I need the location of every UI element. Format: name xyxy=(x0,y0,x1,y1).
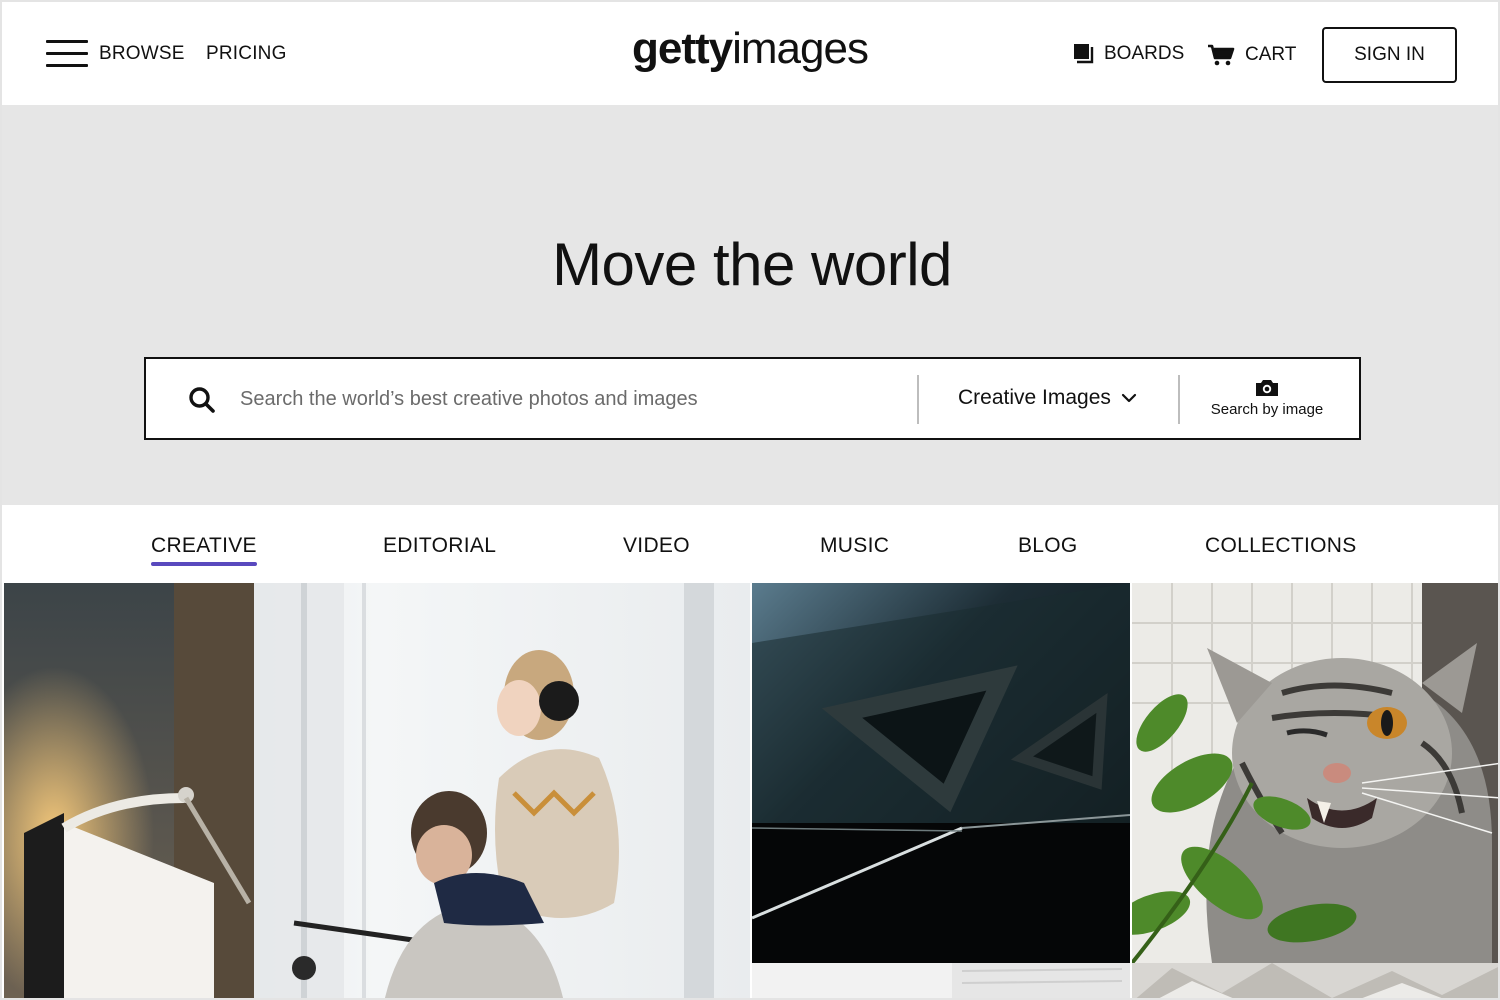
top-header: BROWSE PRICING gettyimages BOARDS CART S… xyxy=(2,2,1498,105)
featured-image-abstract-triangles[interactable] xyxy=(752,583,1130,963)
search-by-image-button[interactable]: Search by image xyxy=(1182,378,1352,418)
logo-text-light: images xyxy=(732,24,869,73)
sign-in-button[interactable]: SIGN IN xyxy=(1322,27,1457,83)
hero-title: Move the world xyxy=(552,231,952,298)
browse-link[interactable]: BROWSE xyxy=(99,43,185,65)
cart-icon xyxy=(1208,44,1235,66)
chevron-down-icon xyxy=(1121,393,1137,403)
boards-label: BOARDS xyxy=(1104,43,1185,64)
featured-image-grid xyxy=(2,583,1498,998)
search-divider-2 xyxy=(1178,375,1180,424)
tab-collections[interactable]: COLLECTIONS xyxy=(1205,534,1357,558)
featured-image-cat-plant[interactable] xyxy=(1132,583,1498,963)
search-bar: Creative Images Search by image xyxy=(144,357,1361,440)
hamburger-icon[interactable] xyxy=(46,40,88,70)
tab-creative[interactable]: CREATIVE xyxy=(151,534,257,566)
featured-image-window-blinds[interactable] xyxy=(752,963,1130,998)
search-by-image-label: Search by image xyxy=(1210,401,1324,418)
tab-music[interactable]: MUSIC xyxy=(820,534,889,558)
search-divider xyxy=(917,375,919,424)
tab-video[interactable]: VIDEO xyxy=(623,534,690,558)
tab-blog[interactable]: BLOG xyxy=(1018,534,1078,558)
featured-image-father-daughter[interactable] xyxy=(4,583,750,998)
cart-link[interactable]: CART xyxy=(1207,43,1296,67)
tab-editorial[interactable]: EDITORIAL xyxy=(383,534,496,558)
boards-icon xyxy=(1074,44,1094,64)
image-type-selected: Creative Images xyxy=(958,386,1111,409)
camera-icon xyxy=(1256,380,1278,396)
logo-text-bold: getty xyxy=(632,24,733,73)
hero-section: Move the world Creative Images xyxy=(2,105,1498,505)
page: BROWSE PRICING gettyimages BOARDS CART S… xyxy=(0,0,1500,1000)
image-type-dropdown[interactable]: Creative Images xyxy=(958,386,1137,410)
boards-link[interactable]: BOARDS xyxy=(1072,43,1184,65)
featured-image-paper-texture[interactable] xyxy=(1132,963,1498,998)
getty-images-logo[interactable]: gettyimages xyxy=(632,24,869,74)
search-icon[interactable] xyxy=(188,386,216,414)
pricing-link[interactable]: PRICING xyxy=(206,43,287,65)
category-tabs: CREATIVE EDITORIAL VIDEO MUSIC BLOG COLL… xyxy=(2,505,1498,583)
cart-label: CART xyxy=(1245,44,1297,65)
search-input[interactable] xyxy=(240,379,910,419)
